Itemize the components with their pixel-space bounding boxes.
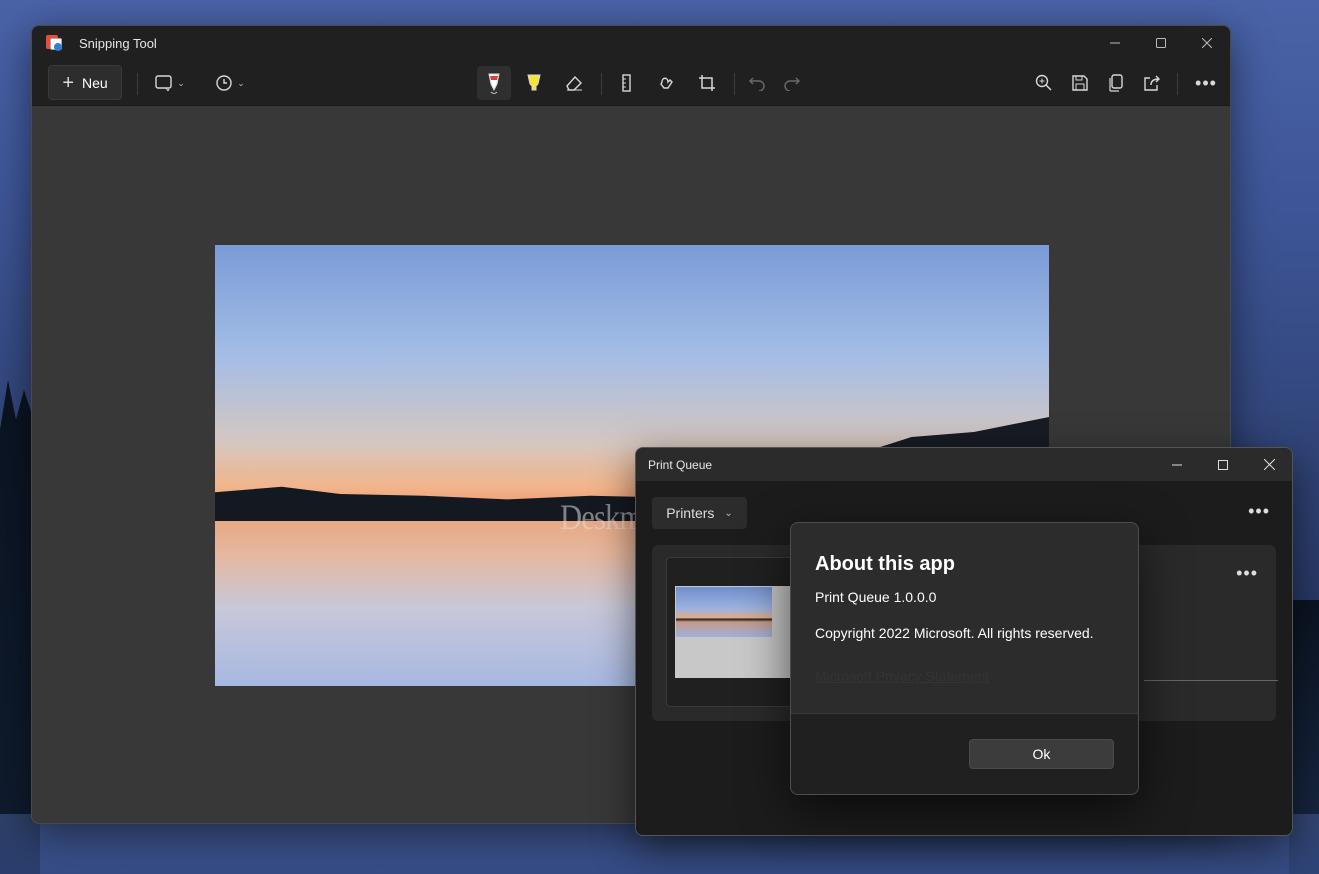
plus-icon: + [62, 71, 74, 94]
app-version: Print Queue 1.0.0.0 [815, 589, 937, 605]
divider [1144, 680, 1278, 681]
snipping-tool-logo-icon [46, 34, 64, 52]
share-icon [1144, 75, 1160, 91]
more-icon[interactable]: ••• [1248, 501, 1270, 522]
chevron-down-icon: ⌄ [177, 77, 185, 88]
close-button[interactable] [1184, 26, 1230, 60]
share-button[interactable] [1135, 66, 1169, 100]
ballpoint-pen-icon [488, 73, 500, 94]
toolbar: + Neu ⌄ ⌄ ••• [32, 60, 1230, 106]
more-icon[interactable]: ••• [1236, 563, 1258, 584]
toolbar-divider [1177, 73, 1178, 95]
copy-button[interactable] [1099, 66, 1133, 100]
minimize-button[interactable] [1154, 448, 1200, 481]
undo-button[interactable] [740, 66, 774, 100]
dialog-footer: Ok [791, 713, 1138, 794]
title-bar[interactable]: Snipping Tool [32, 26, 1230, 60]
highlighter-button[interactable] [517, 66, 551, 100]
save-button[interactable] [1063, 66, 1097, 100]
printers-label: Printers [666, 505, 715, 521]
about-dialog: About this app Print Queue 1.0.0.0 Copyr… [790, 522, 1139, 795]
copy-icon [1109, 74, 1123, 92]
crop-icon [699, 75, 715, 91]
close-button[interactable] [1246, 448, 1292, 481]
highlighter-icon [527, 74, 541, 91]
delay-timer-dropdown[interactable]: ⌄ [208, 66, 252, 100]
new-snip-button[interactable]: + Neu [48, 65, 122, 100]
redo-button[interactable] [775, 66, 809, 100]
eraser-icon [566, 75, 582, 91]
touch-writing-icon [660, 77, 673, 89]
snip-mode-dropdown[interactable]: ⌄ [148, 66, 192, 100]
redo-icon [784, 77, 800, 91]
touch-writing-button[interactable] [650, 66, 684, 100]
toolbar-divider [137, 73, 138, 95]
delay-timer-icon [216, 75, 232, 91]
printers-dropdown[interactable]: Printers ⌄ [652, 497, 747, 529]
ok-button[interactable]: Ok [969, 739, 1114, 769]
copyright-text: Copyright 2022 Microsoft. All rights res… [815, 625, 1094, 641]
toolbar-divider [734, 73, 735, 95]
crop-button[interactable] [690, 66, 724, 100]
ballpoint-pen-button[interactable] [477, 66, 511, 100]
undo-icon [749, 77, 765, 91]
maximize-button[interactable] [1200, 448, 1246, 481]
window-title: Snipping Tool [79, 35, 157, 51]
save-icon [1072, 75, 1088, 91]
dialog-title: About this app [815, 553, 955, 575]
more-options-button[interactable]: ••• [1189, 66, 1223, 100]
print-queue-title: Print Queue [648, 457, 713, 472]
print-queue-title-bar[interactable]: Print Queue [636, 448, 1292, 481]
more-icon: ••• [1195, 72, 1217, 93]
zoom-icon [1035, 74, 1052, 91]
new-snip-label: Neu [82, 74, 108, 91]
minimize-button[interactable] [1092, 26, 1138, 60]
ruler-button[interactable] [610, 66, 644, 100]
chevron-down-icon: ⌄ [724, 507, 733, 519]
chevron-down-icon: ⌄ [237, 77, 245, 88]
privacy-statement-link[interactable]: Microsoft Privacy Statement [815, 668, 989, 684]
job-thumbnail [675, 586, 791, 678]
zoom-button[interactable] [1027, 66, 1061, 100]
eraser-button[interactable] [557, 66, 591, 100]
ruler-icon [622, 74, 631, 92]
toolbar-divider [601, 73, 602, 95]
maximize-button[interactable] [1138, 26, 1184, 60]
snip-mode-icon [155, 75, 172, 91]
